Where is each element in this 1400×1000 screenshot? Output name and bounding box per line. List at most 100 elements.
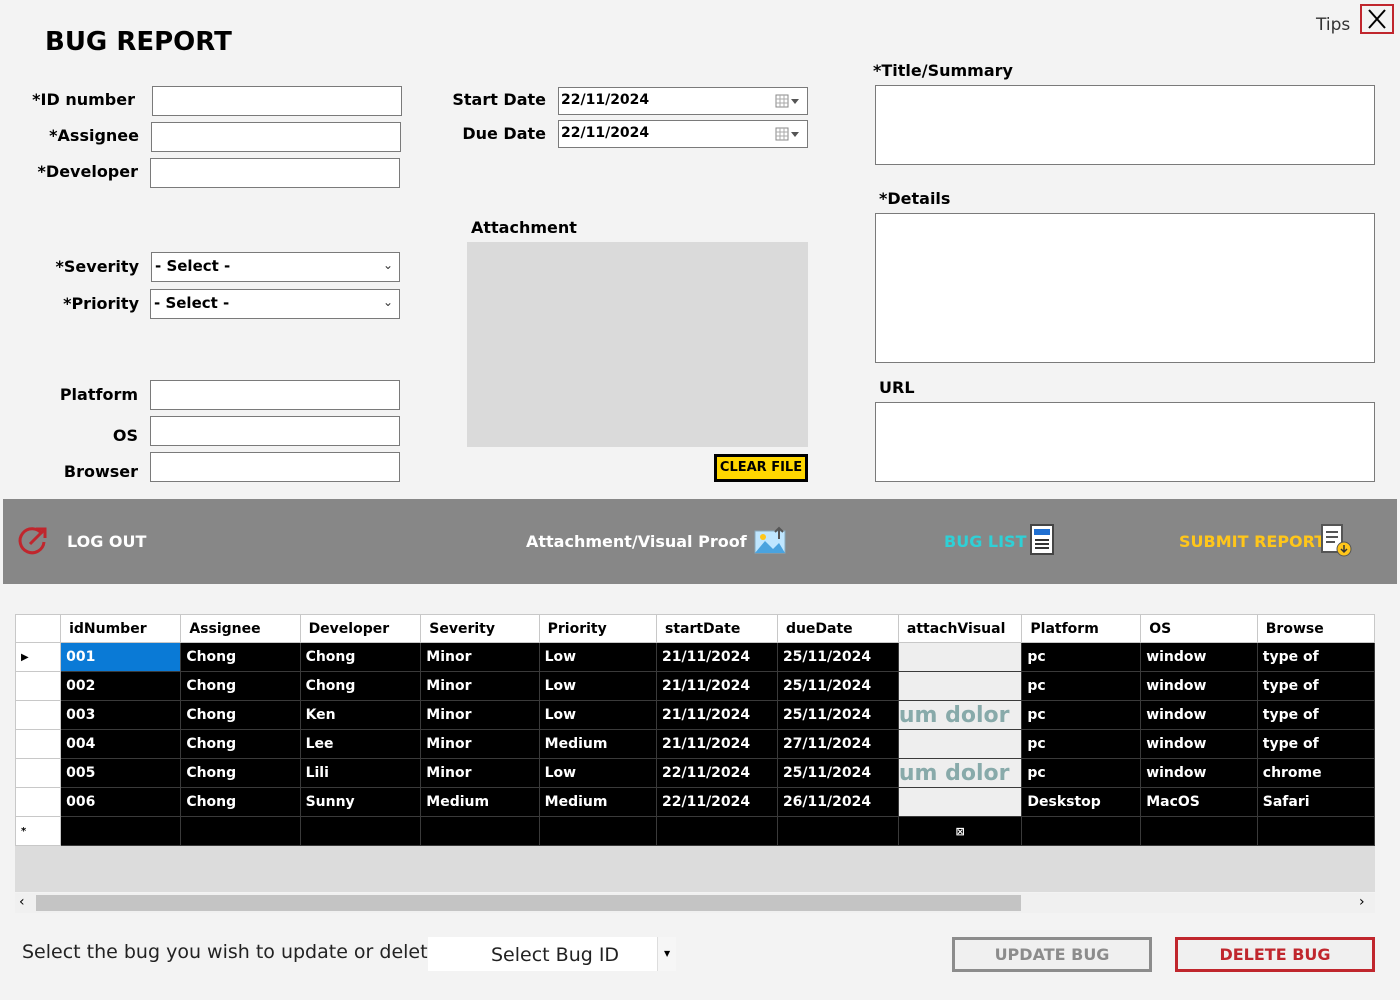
logout-button[interactable]: LOG OUT xyxy=(67,532,146,551)
table-cell[interactable]: Low xyxy=(538,700,657,730)
document-list-icon[interactable] xyxy=(1028,523,1056,557)
table-cell[interactable]: pc xyxy=(1021,729,1142,759)
priority-select[interactable]: - Select - ⌄ xyxy=(150,289,400,319)
table-cell[interactable]: 21/11/2024 xyxy=(655,642,778,672)
table-cell[interactable]: 004 xyxy=(60,729,182,759)
table-row[interactable]: 004 Chong Lee Minor Medium 21/11/2024 27/11/20… xyxy=(15,729,1375,759)
table-cell[interactable]: ⊠ xyxy=(897,816,1023,846)
table-row[interactable]: 005 Chong Lili Minor Low 22/11/2024 25/11/2024… xyxy=(15,758,1375,788)
column-header[interactable]: OS xyxy=(1140,614,1258,643)
table-cell[interactable]: Medium xyxy=(538,729,657,759)
table-cell[interactable] xyxy=(897,671,1023,701)
table-cell[interactable]: type of xyxy=(1256,729,1375,759)
table-cell[interactable] xyxy=(655,816,778,846)
update-bug-button[interactable]: UPDATE BUG xyxy=(952,937,1152,972)
submit-document-icon[interactable] xyxy=(1319,523,1353,559)
clear-file-button[interactable]: CLEAR FILE xyxy=(714,454,808,482)
row-header[interactable] xyxy=(15,700,62,730)
table-cell[interactable]: 26/11/2024 xyxy=(776,787,899,817)
row-header[interactable] xyxy=(15,729,62,759)
table-cell[interactable]: 002 xyxy=(60,671,182,701)
delete-bug-button[interactable]: DELETE BUG xyxy=(1175,937,1375,972)
logout-icon[interactable] xyxy=(16,524,50,558)
table-cell[interactable]: Medium xyxy=(420,787,540,817)
table-cell[interactable]: 21/11/2024 xyxy=(655,671,778,701)
table-cell[interactable]: 25/11/2024 xyxy=(776,700,899,730)
table-cell[interactable]: 22/11/2024 xyxy=(655,787,778,817)
table-cell[interactable]: Lee xyxy=(299,729,422,759)
column-header[interactable]: attachVisual xyxy=(897,614,1023,643)
table-cell[interactable] xyxy=(180,816,301,846)
table-cell[interactable] xyxy=(897,787,1023,817)
table-cell[interactable]: Low xyxy=(538,642,657,672)
select-bug-id-dropdown[interactable]: Select Bug ID ▼ xyxy=(428,937,676,971)
table-cell[interactable] xyxy=(897,729,1023,759)
image-upload-icon[interactable] xyxy=(753,525,789,557)
attachment-visual-proof-button[interactable]: Attachment/Visual Proof xyxy=(526,532,747,551)
table-cell[interactable]: pc xyxy=(1021,758,1142,788)
table-cell[interactable] xyxy=(60,816,182,846)
table-cell[interactable]: pc xyxy=(1021,671,1142,701)
table-cell[interactable]: Lili xyxy=(299,758,422,788)
table-cell[interactable]: 25/11/2024 xyxy=(776,758,899,788)
table-cell[interactable]: MacOS xyxy=(1140,787,1258,817)
table-cell[interactable]: Low xyxy=(538,671,657,701)
close-button[interactable] xyxy=(1360,4,1394,34)
start-date-picker[interactable]: 22/11/2024 xyxy=(558,87,808,115)
severity-select[interactable]: - Select - ⌄ xyxy=(151,252,400,282)
details-input[interactable] xyxy=(875,213,1375,363)
table-cell[interactable]: Chong xyxy=(299,642,422,672)
table-cell[interactable]: Low xyxy=(538,758,657,788)
scroll-right-icon[interactable]: › xyxy=(1359,894,1365,910)
column-header[interactable]: idNumber xyxy=(60,614,182,643)
bug-list-button[interactable]: BUG LIST xyxy=(944,532,1026,551)
table-cell[interactable]: Deskstop xyxy=(1021,787,1142,817)
row-header[interactable] xyxy=(15,758,62,788)
developer-input[interactable] xyxy=(150,158,400,188)
table-row[interactable]: 006 Chong Sunny Medium Medium 22/11/2024 26/11… xyxy=(15,787,1375,817)
attachment-preview[interactable] xyxy=(467,242,808,447)
table-cell[interactable]: Chong xyxy=(180,642,301,672)
os-input[interactable] xyxy=(150,416,400,446)
table-cell[interactable] xyxy=(299,816,422,846)
table-cell[interactable]: 25/11/2024 xyxy=(776,642,899,672)
column-header[interactable]: Severity xyxy=(420,614,540,643)
table-cell[interactable]: Minor xyxy=(420,700,540,730)
submit-report-button[interactable]: SUBMIT REPORT xyxy=(1179,532,1325,551)
table-cell[interactable]: Chong xyxy=(180,671,301,701)
column-header[interactable]: Developer xyxy=(299,614,422,643)
table-cell[interactable]: Minor xyxy=(420,642,540,672)
new-row[interactable]: * ⊠ xyxy=(15,816,1375,846)
table-cell[interactable] xyxy=(538,816,657,846)
row-header[interactable]: ▶ xyxy=(15,642,62,672)
table-cell[interactable] xyxy=(1256,816,1375,846)
table-cell[interactable]: Ken xyxy=(299,700,422,730)
dropdown-button[interactable]: ▼ xyxy=(657,937,676,971)
table-cell[interactable]: um dolor xyxy=(897,700,1023,730)
table-cell[interactable]: Minor xyxy=(420,671,540,701)
table-cell[interactable]: Chong xyxy=(299,671,422,701)
table-cell[interactable]: window xyxy=(1140,642,1258,672)
table-cell[interactable]: Chong xyxy=(180,758,301,788)
column-header[interactable]: Priority xyxy=(538,614,657,643)
table-cell[interactable]: type of xyxy=(1256,700,1375,730)
assignee-input[interactable] xyxy=(151,122,401,152)
table-cell[interactable]: 001 xyxy=(60,642,182,672)
column-header[interactable]: dueDate xyxy=(776,614,899,643)
scroll-left-icon[interactable]: ‹ xyxy=(19,894,25,910)
column-header[interactable]: Assignee xyxy=(180,614,301,643)
tips-link[interactable]: Tips xyxy=(1316,15,1350,35)
table-cell[interactable]: Safari xyxy=(1256,787,1375,817)
scrollbar-thumb[interactable] xyxy=(36,895,1021,911)
table-cell[interactable]: 006 xyxy=(60,787,182,817)
table-cell[interactable] xyxy=(420,816,540,846)
title-summary-input[interactable] xyxy=(875,85,1375,165)
table-cell[interactable]: Chong xyxy=(180,729,301,759)
url-input[interactable] xyxy=(875,402,1375,482)
table-cell[interactable]: pc xyxy=(1021,642,1142,672)
table-cell[interactable] xyxy=(1021,816,1142,846)
new-row-header[interactable]: * xyxy=(15,816,62,846)
id-number-input[interactable] xyxy=(152,86,402,116)
table-cell[interactable]: window xyxy=(1140,729,1258,759)
column-header[interactable]: Platform xyxy=(1021,614,1142,643)
